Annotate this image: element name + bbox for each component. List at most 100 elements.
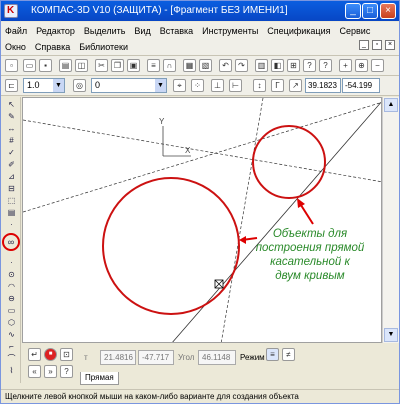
maximize-icon[interactable]: □ <box>362 3 378 19</box>
menu-insert[interactable]: Вставка <box>160 26 193 36</box>
manager-icon[interactable]: ▥ <box>255 59 268 72</box>
spline-icon[interactable]: ∿ <box>5 329 18 340</box>
round-icon[interactable]: ↕ <box>253 79 266 92</box>
layer-state-icon[interactable]: ◎ <box>73 79 86 92</box>
stop-icon[interactable]: ■ <box>44 348 57 361</box>
contour-icon[interactable]: ⌇ <box>5 365 18 376</box>
line-style-icon[interactable]: ⊏ <box>5 79 18 92</box>
menu-view[interactable]: Вид <box>134 26 150 36</box>
arc-icon[interactable]: ◠ <box>5 281 18 292</box>
save-icon[interactable]: ▪ <box>39 59 52 72</box>
variables-icon[interactable]: ▧ <box>199 59 212 72</box>
aux-line-3[interactable] <box>220 98 264 343</box>
dimensions-icon[interactable]: ↔ <box>5 123 18 134</box>
rectangle-icon[interactable]: ▭ <box>5 305 18 316</box>
hatch-icon[interactable]: # <box>5 135 18 146</box>
menu-service[interactable]: Сервис <box>340 26 371 36</box>
properties-icon[interactable]: ≡ <box>147 59 160 72</box>
cut-icon[interactable]: ✂ <box>95 59 108 72</box>
menu-tools[interactable]: Инструменты <box>202 26 258 36</box>
selection-tool-icon[interactable]: ⬚ <box>5 195 18 206</box>
angle-label: Угол <box>178 353 195 362</box>
mdi-minimize-icon[interactable]: _ <box>359 40 369 50</box>
mode-all-icon[interactable]: ≡ <box>266 348 279 361</box>
fix-object-icon[interactable]: ⊡ <box>60 348 73 361</box>
large-circle[interactable] <box>102 177 240 315</box>
chevron-down-icon: ▼ <box>155 79 166 92</box>
menu-row-second: Окно Справка Библиотеки <box>5 39 137 54</box>
menu-libraries[interactable]: Библиотеки <box>79 42 128 52</box>
measure-icon[interactable]: ⊞ <box>287 59 300 72</box>
vertical-scrollbar[interactable]: ▲ ▼ <box>382 97 399 343</box>
tab-line[interactable]: Прямая <box>80 372 119 385</box>
help-icon[interactable]: ? <box>303 59 316 72</box>
prev-object-icon[interactable]: « <box>28 365 41 378</box>
param-field-1[interactable]: 21.4816 <box>100 350 136 365</box>
help-panel-icon[interactable]: ? <box>60 365 73 378</box>
library-icon[interactable]: ▦ <box>183 59 196 72</box>
paste-icon[interactable]: ▣ <box>127 59 140 72</box>
menu-window[interactable]: Окно <box>5 42 26 52</box>
param-field-2[interactable]: -47.717 <box>138 350 174 365</box>
tangent-snap-icon[interactable]: Γ <box>271 79 284 92</box>
local-cs-icon[interactable]: ⊥ <box>211 79 224 92</box>
close-icon[interactable]: × <box>380 3 396 19</box>
edit-icon[interactable]: ✐ <box>5 159 18 170</box>
designations-icon[interactable]: ✓ <box>5 147 18 158</box>
grid-icon[interactable]: ⁘ <box>191 79 204 92</box>
point-icon[interactable]: · <box>5 257 18 268</box>
coordinates-icon[interactable]: ↗ <box>289 79 302 92</box>
chamfer-icon[interactable]: ⌐ <box>5 341 18 352</box>
new-document-icon[interactable]: ▫ <box>5 59 18 72</box>
annotation-line-1: Объекты для <box>272 228 348 240</box>
menu-help[interactable]: Справка <box>35 42 70 52</box>
scroll-down-icon[interactable]: ▼ <box>384 328 398 342</box>
drawing-canvas[interactable]: Y X <box>22 97 382 343</box>
ellipse-icon[interactable]: ⊖ <box>5 293 18 304</box>
mdi-restore-icon[interactable]: ▫ <box>372 40 382 50</box>
parameterization-icon[interactable]: ⊿ <box>5 171 18 182</box>
geometry-icon[interactable]: ✎ <box>5 111 18 122</box>
mdi-close-icon[interactable]: × <box>385 40 395 50</box>
select-arrow-icon[interactable]: ↖ <box>5 99 18 110</box>
circle-center-icon[interactable]: ⊙ <box>5 269 18 280</box>
next-object-icon[interactable]: » <box>44 365 57 378</box>
aux-line-2[interactable] <box>23 102 382 213</box>
print-icon[interactable]: ▤ <box>59 59 72 72</box>
zoom-window-icon[interactable]: ⊕ <box>355 59 368 72</box>
measure-tool-icon[interactable]: ⊟ <box>5 183 18 194</box>
cursor-y-field[interactable]: -54.199 <box>342 78 380 93</box>
copy-icon[interactable]: ❐ <box>111 59 124 72</box>
zoom-out-icon[interactable]: − <box>371 59 384 72</box>
open-folder-icon[interactable]: ▭ <box>23 59 36 72</box>
menu-row-main: Файл Редактор Выделить Вид Вставка Инстр… <box>5 23 379 38</box>
layer-select[interactable]: 0 ▼ <box>91 78 167 93</box>
menu-select[interactable]: Выделить <box>84 26 126 36</box>
menu-edit[interactable]: Редактор <box>36 26 75 36</box>
context-help-icon[interactable]: ? <box>319 59 332 72</box>
minimize-icon[interactable]: _ <box>345 3 361 19</box>
line-scale-select[interactable]: 1.0 ▼ <box>23 78 65 93</box>
ortho-icon[interactable]: ⊢ <box>229 79 242 92</box>
redo-icon[interactable]: ↷ <box>235 59 248 72</box>
layers-icon[interactable]: ◧ <box>271 59 284 72</box>
aux-line-1[interactable] <box>23 119 382 183</box>
scroll-up-icon[interactable]: ▲ <box>384 98 398 112</box>
cursor-x-field[interactable]: 39.1823 <box>305 78 341 93</box>
menu-file[interactable]: Файл <box>5 26 27 36</box>
snap-icon[interactable]: ⌖ <box>173 79 186 92</box>
window-title: КОМПАС-3D V10 (ЗАЩИТА) - [Фрагмент БЕЗ И… <box>31 5 288 16</box>
enter-icon[interactable]: ↵ <box>28 348 41 361</box>
small-circle[interactable] <box>252 125 326 199</box>
spec-tool-icon[interactable]: ▤ <box>5 207 18 218</box>
magnet-icon[interactable]: ∩ <box>163 59 176 72</box>
menu-specification[interactable]: Спецификация <box>267 26 330 36</box>
polygon-icon[interactable]: ⬡ <box>5 317 18 328</box>
angle-field[interactable]: 46.1148 <box>198 350 236 365</box>
zoom-in-icon[interactable]: + <box>339 59 352 72</box>
fillet-icon[interactable]: ⌒ <box>5 353 18 364</box>
undo-icon[interactable]: ↶ <box>219 59 232 72</box>
mode-one-icon[interactable]: ≠ <box>282 348 295 361</box>
preview-icon[interactable]: ◫ <box>75 59 88 72</box>
tangent-two-curves-icon[interactable]: ∞ <box>2 233 20 251</box>
